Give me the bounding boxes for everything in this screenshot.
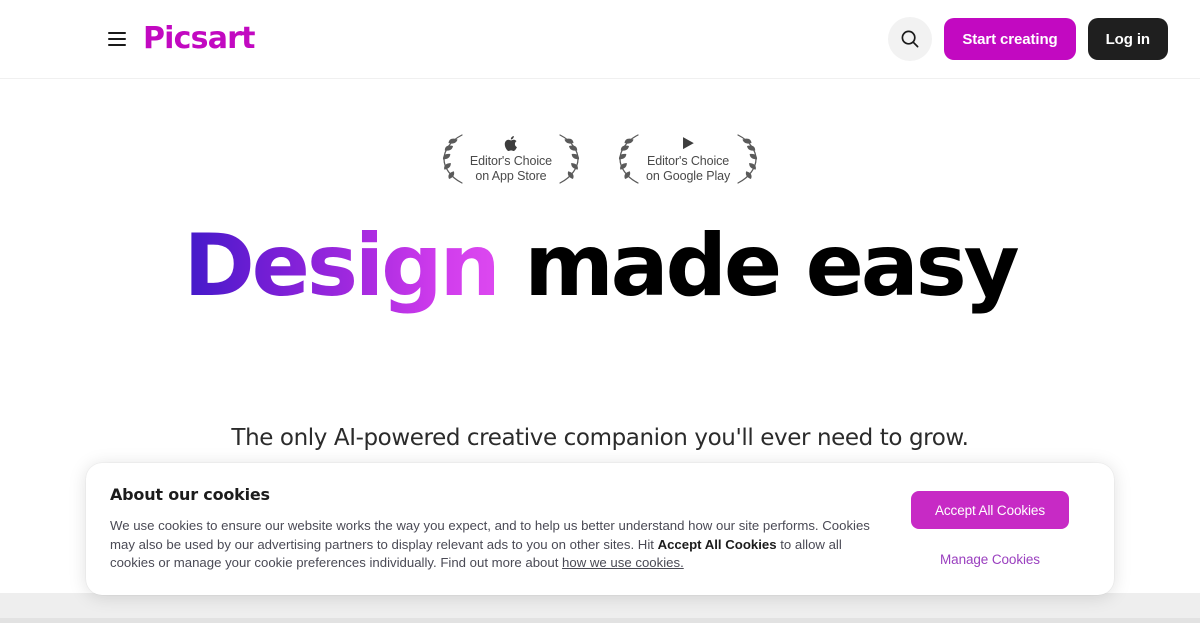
laurel-left-icon (619, 134, 639, 184)
award-label-line1: Editor's Choice (646, 154, 730, 168)
award-label-line2: on App Store (475, 169, 547, 183)
page-title: Design made easy (0, 221, 1200, 311)
laurel-left-icon (442, 134, 463, 184)
hamburger-bar (108, 44, 126, 46)
award-badge-google-play-content: Editor's Choice on Google Play (644, 135, 732, 183)
cookie-banner-title: About our cookies (110, 485, 270, 504)
headline-gradient-word: Design (183, 216, 501, 316)
award-badge-app-store: Editor's Choice on App Store (440, 131, 582, 187)
award-label-line2: on Google Play (646, 169, 731, 183)
headline-plain-word: made easy (497, 216, 1019, 316)
cookie-banner-actions: Accept All Cookies Manage Cookies (890, 485, 1090, 567)
google-play-icon (682, 137, 694, 150)
award-badge-google-play: Editor's Choice on Google Play (616, 131, 760, 187)
cookie-banner-body: We use cookies to ensure our website wor… (110, 517, 870, 573)
header-right-group: Start creating Log in (888, 17, 1168, 61)
search-button[interactable] (888, 17, 933, 61)
hero-subtitle: The only AI-powered creative companion y… (231, 425, 969, 452)
login-button[interactable]: Log in (1087, 18, 1168, 60)
page-bottom-band (0, 593, 1200, 623)
start-creating-button[interactable]: Start creating (944, 18, 1076, 60)
header-left-group: Picsart (108, 24, 256, 54)
hero-section: Editor's Choice on App Store Editor's Ch… (0, 79, 1200, 455)
cookie-consent-banner: About our cookies We use cookies to ensu… (86, 463, 1114, 595)
hamburger-bar (108, 32, 126, 34)
site-header: Picsart Start creating Log in (0, 0, 1200, 79)
cookie-banner-text-area: About our cookies We use cookies to ensu… (110, 485, 890, 573)
accept-all-cookies-button[interactable]: Accept All Cookies (911, 491, 1069, 529)
laurel-right-icon (559, 134, 580, 184)
cookie-body-bold: Accept All Cookies (657, 536, 777, 552)
hamburger-menu-icon[interactable] (108, 32, 126, 46)
how-we-use-cookies-link[interactable]: how we use cookies. (562, 555, 684, 570)
manage-cookies-button[interactable]: Manage Cookies (940, 552, 1040, 567)
picsart-logo[interactable]: Picsart (143, 24, 256, 54)
hamburger-bar (108, 38, 126, 40)
award-badge-app-store-content: Editor's Choice on App Store (468, 135, 554, 183)
search-icon (901, 30, 919, 48)
award-badges: Editor's Choice on App Store Editor's Ch… (0, 131, 1200, 187)
award-label-line1: Editor's Choice (469, 154, 553, 168)
laurel-right-icon (737, 134, 758, 184)
apple-logo-icon (505, 136, 518, 152)
